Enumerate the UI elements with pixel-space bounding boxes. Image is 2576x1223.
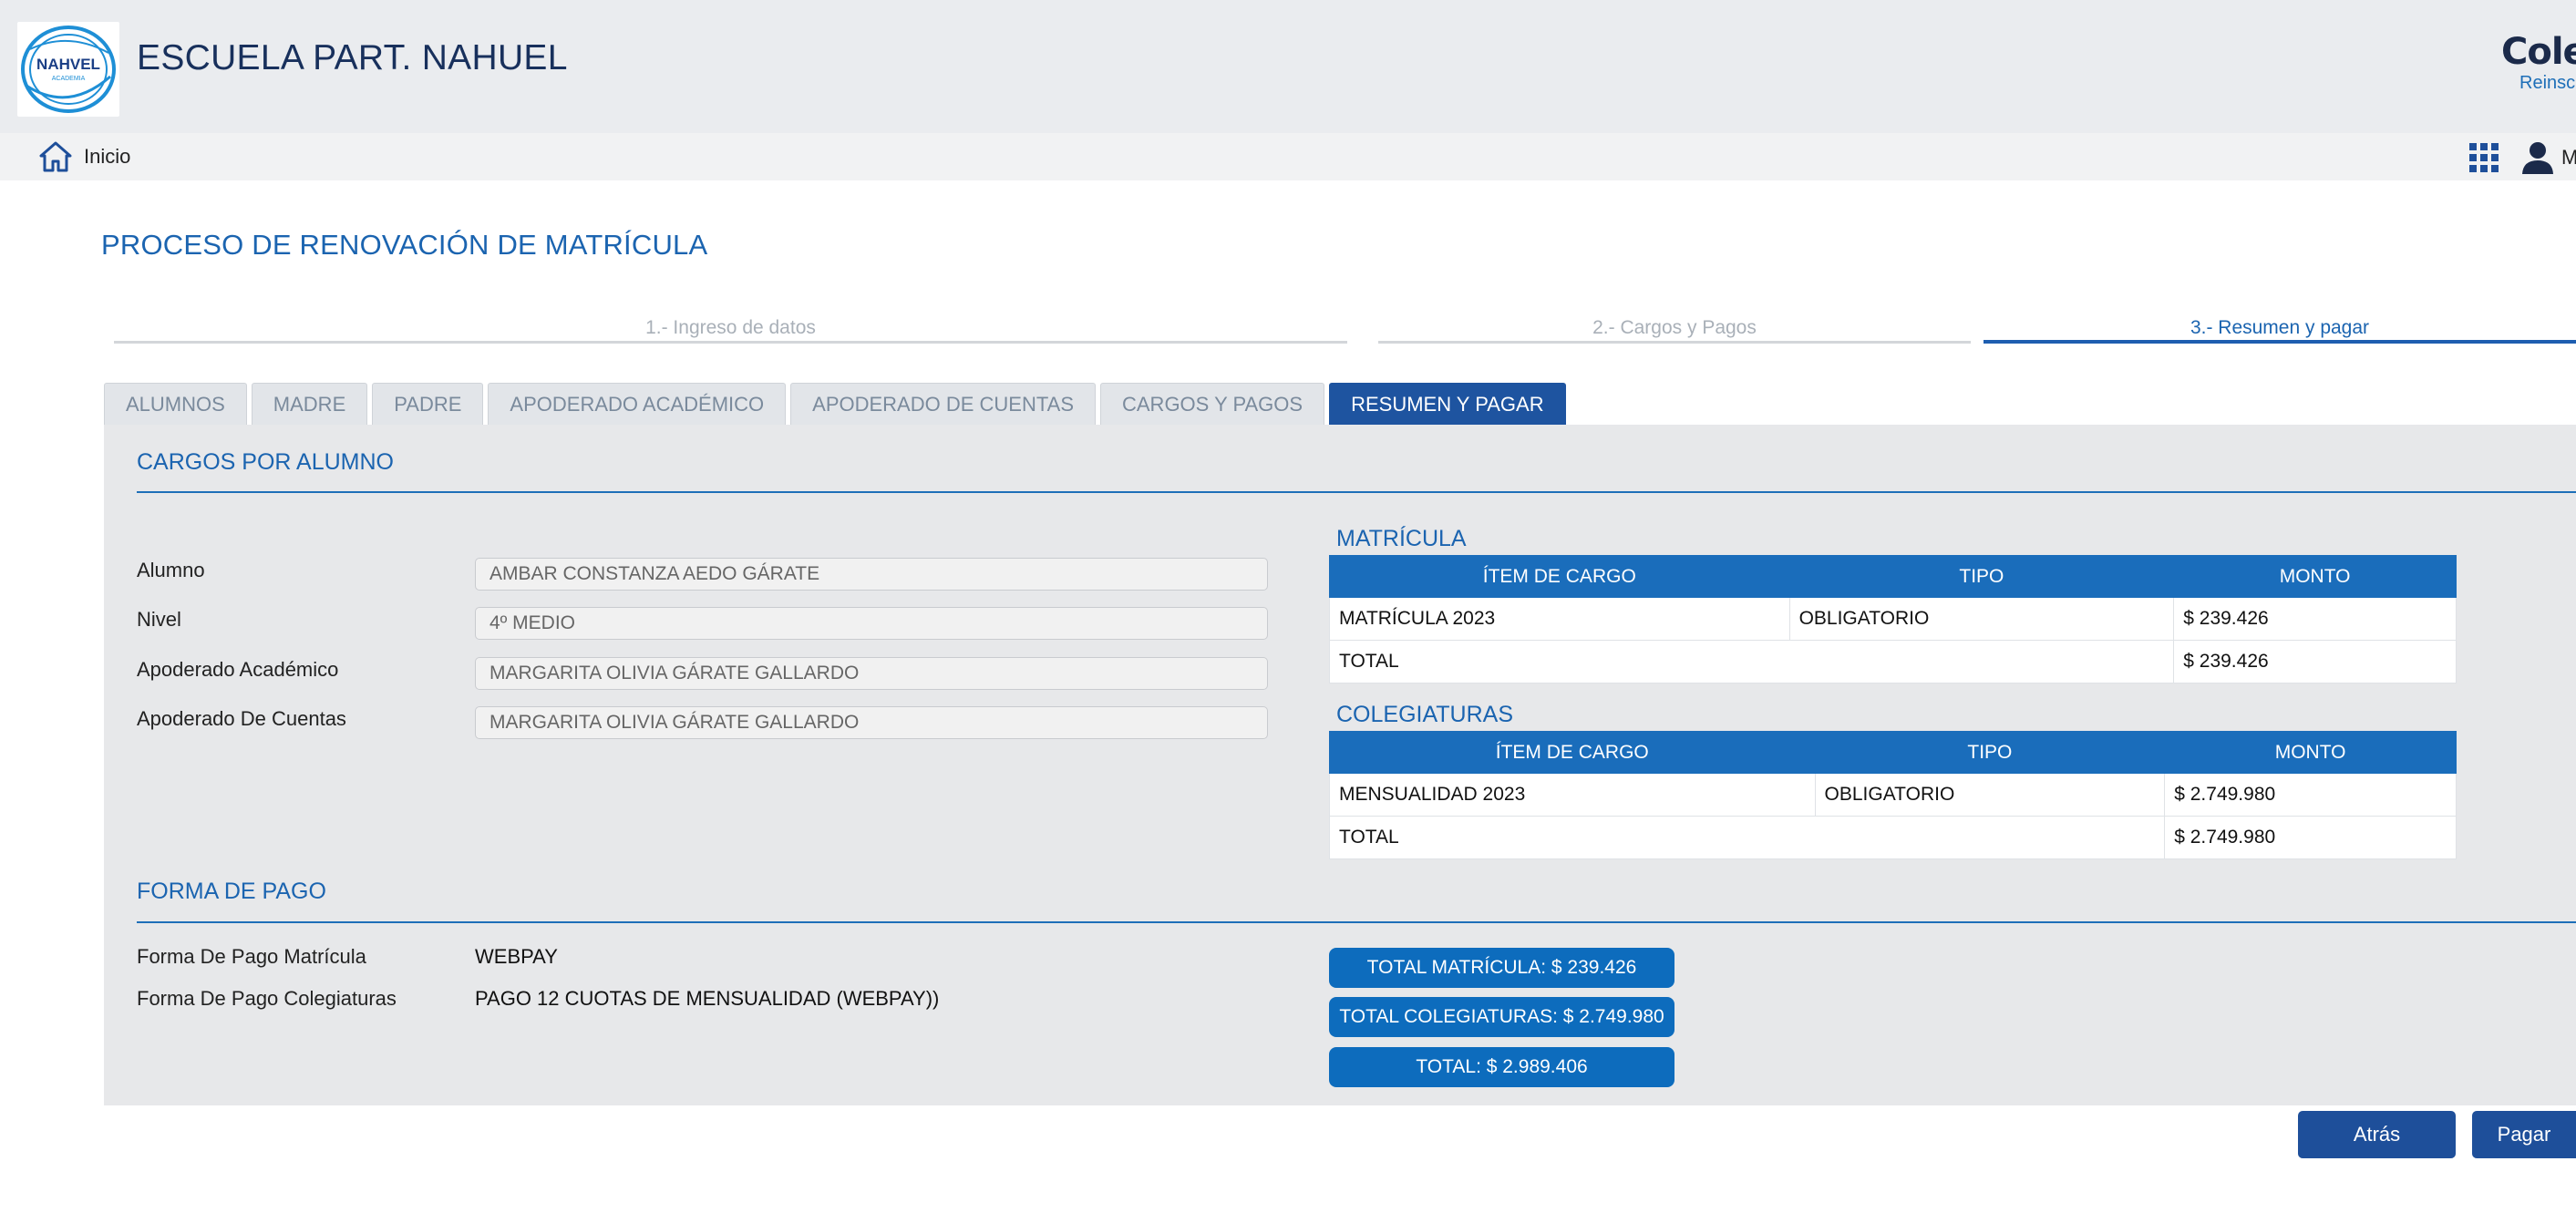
page-title: PROCESO DE RENOVACIÓN DE MATRÍCULA — [101, 229, 708, 261]
total-matricula-badge: TOTAL MATRÍCULA: $ 239.426 — [1329, 948, 1674, 988]
colegiaturas-title: COLEGIATURAS — [1336, 702, 1514, 727]
cell-total-value: $ 2.749.980 — [2164, 816, 2457, 859]
logo-text: NAHVEL — [36, 56, 100, 73]
payment-section-title: FORMA DE PAGO — [137, 879, 326, 904]
field-nivel: 4º MEDIO — [475, 607, 1268, 640]
cell-item: MENSUALIDAD 2023 — [1329, 773, 1816, 817]
column-header-tipo: TIPO — [1814, 731, 2166, 774]
table-row: MATRÍCULA 2023 OBLIGATORIO $ 239.426 — [1329, 597, 2457, 641]
home-label: Inicio — [84, 145, 131, 168]
home-icon — [39, 141, 72, 172]
tab-apoderado-cuentas[interactable]: APODERADO DE CUENTAS — [790, 383, 1096, 425]
user-icon[interactable] — [2519, 139, 2556, 175]
field-apoderado-academico: MARGARITA OLIVIA GÁRATE GALLARDO — [475, 657, 1268, 690]
field-label-alumno: Alumno — [137, 559, 205, 581]
apps-grid-icon[interactable] — [2468, 142, 2499, 173]
summary-panel: CARGOS POR ALUMNO Alumno AMBAR CONSTANZA… — [104, 425, 2576, 1105]
pay-button[interactable]: Pagar — [2472, 1111, 2576, 1158]
payment-colegiaturas-label: Forma De Pago Colegiaturas — [137, 987, 397, 1010]
tab-madre[interactable]: MADRE — [251, 383, 368, 425]
payment-colegiaturas-value: PAGO 12 CUOTAS DE MENSUALIDAD (WEBPAY)) — [475, 987, 940, 1010]
table-total-row: TOTAL $ 2.749.980 — [1328, 816, 2457, 859]
table-header-row: ÍTEM DE CARGO TIPO MONTO — [1329, 731, 2457, 774]
column-header-item: ÍTEM DE CARGO — [1329, 555, 1790, 598]
brand-subtitle: Reinscr — [2519, 73, 2576, 93]
cell-item: MATRÍCULA 2023 — [1329, 597, 1790, 641]
field-alumno: AMBAR CONSTANZA AEDO GÁRATE — [475, 558, 1268, 591]
table-row: MENSUALIDAD 2023 OBLIGATORIO $ 2.749.980 — [1329, 773, 2457, 817]
tab-apoderado-academico[interactable]: APODERADO ACADÉMICO — [488, 383, 787, 425]
charges-section-rule — [137, 491, 2576, 493]
school-logo[interactable]: NAHVEL ACADEMIA — [17, 22, 119, 117]
column-header-tipo: TIPO — [1788, 555, 2175, 598]
step-line-2 — [1378, 341, 1971, 344]
tab-bar: ALUMNOS MADRE PADRE APODERADO ACADÉMICO … — [104, 383, 1571, 425]
table-header-row: ÍTEM DE CARGO TIPO MONTO — [1329, 555, 2457, 598]
total-badge: TOTAL: $ 2.989.406 — [1329, 1047, 1674, 1087]
field-label-nivel: Nivel — [137, 608, 181, 631]
cell-tipo: OBLIGATORIO — [1814, 773, 2166, 817]
step-line-1 — [114, 341, 1347, 344]
tab-resumen-pagar[interactable]: RESUMEN Y PAGAR — [1329, 383, 1566, 425]
user-label[interactable]: M — [2561, 146, 2576, 170]
tab-cargos-pagos[interactable]: CARGOS Y PAGOS — [1100, 383, 1325, 425]
matricula-table: ÍTEM DE CARGO TIPO MONTO MATRÍCULA 2023 … — [1328, 555, 2457, 683]
nav-bar: Inicio — [0, 133, 2576, 180]
cell-total-value: $ 239.426 — [2173, 640, 2457, 683]
cell-total-label: TOTAL — [1328, 816, 2166, 859]
cell-monto: $ 239.426 — [2173, 597, 2457, 641]
payment-section-rule — [137, 921, 2576, 923]
app-header: NAHVEL ACADEMIA ESCUELA PART. NAHUEL Col… — [0, 0, 2576, 133]
home-link[interactable]: Inicio — [38, 140, 130, 173]
brand-name: Coleg — [2501, 31, 2576, 73]
cell-total-label: TOTAL — [1328, 640, 2175, 683]
column-header-item: ÍTEM DE CARGO — [1329, 731, 1816, 774]
payment-matricula-label: Forma De Pago Matrícula — [137, 945, 366, 968]
tab-alumnos[interactable]: ALUMNOS — [104, 383, 247, 425]
column-header-monto: MONTO — [2173, 555, 2457, 598]
payment-matricula-value: WEBPAY — [475, 945, 558, 968]
total-colegiaturas-badge: TOTAL COLEGIATURAS: $ 2.749.980 — [1329, 997, 1674, 1037]
charges-section-title: CARGOS POR ALUMNO — [137, 449, 394, 475]
field-label-apoderado-academico: Apoderado Académico — [137, 658, 339, 681]
back-button[interactable]: Atrás — [2298, 1111, 2456, 1158]
cell-monto: $ 2.749.980 — [2164, 773, 2457, 817]
column-header-monto: MONTO — [2164, 731, 2457, 774]
school-name: ESCUELA PART. NAHUEL — [137, 38, 568, 77]
school-logo-icon: NAHVEL ACADEMIA — [21, 26, 116, 113]
logo-subtext: ACADEMIA — [52, 76, 86, 82]
colegiaturas-table: ÍTEM DE CARGO TIPO MONTO MENSUALIDAD 202… — [1328, 731, 2457, 859]
table-total-row: TOTAL $ 239.426 — [1328, 640, 2457, 683]
tab-padre[interactable]: PADRE — [372, 383, 484, 425]
field-label-apoderado-cuentas: Apoderado De Cuentas — [137, 707, 346, 730]
matricula-title: MATRÍCULA — [1336, 526, 1467, 551]
step-line-3 — [1984, 340, 2576, 344]
field-apoderado-cuentas: MARGARITA OLIVIA GÁRATE GALLARDO — [475, 706, 1268, 739]
cell-tipo: OBLIGATORIO — [1788, 597, 2175, 641]
